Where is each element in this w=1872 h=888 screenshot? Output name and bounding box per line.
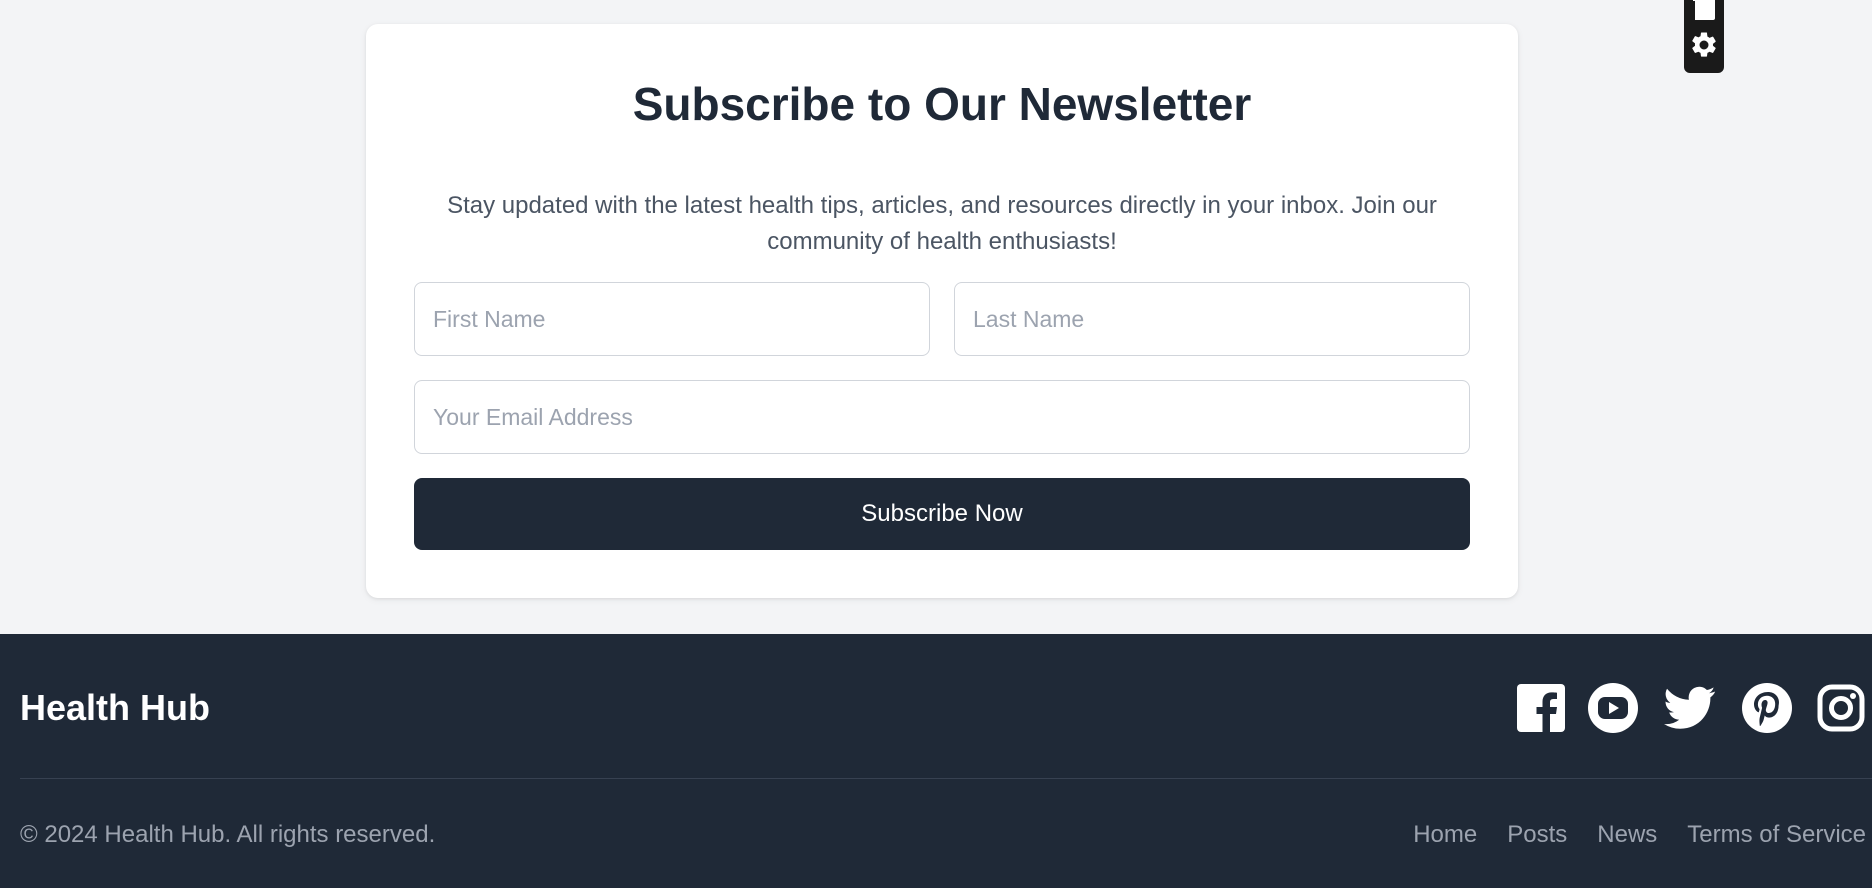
youtube-icon[interactable] [1586, 681, 1640, 735]
gear-icon[interactable] [1689, 30, 1719, 60]
footer-nav: Home Posts News Terms of Service [1413, 820, 1866, 850]
footer-divider [20, 778, 1872, 779]
newsletter-title: Subscribe to Our Newsletter [632, 78, 1252, 130]
footer-link-posts[interactable]: Posts [1507, 820, 1567, 850]
newsletter-card: Subscribe to Our Newsletter Stay updated… [366, 24, 1518, 598]
footer-link-terms[interactable]: Terms of Service [1687, 820, 1866, 850]
last-name-input[interactable] [954, 282, 1470, 356]
twitter-icon[interactable] [1662, 681, 1718, 735]
copyright-text: © 2024 Health Hub. All rights reserved. [20, 821, 436, 848]
site-footer: Health Hub © 2024 Health Hub. All rights… [0, 634, 1872, 888]
instagram-icon[interactable] [1814, 681, 1868, 735]
page: Subscribe to Our Newsletter Stay updated… [0, 0, 1872, 888]
footer-brand: Health Hub [20, 687, 211, 728]
footer-link-home[interactable]: Home [1413, 820, 1477, 850]
pinterest-icon[interactable] [1740, 681, 1794, 735]
subscribe-button[interactable]: Subscribe Now [414, 478, 1470, 550]
email-input[interactable] [414, 380, 1470, 454]
first-name-input[interactable] [414, 282, 930, 356]
newsletter-description: Stay updated with the latest health tips… [447, 192, 1437, 255]
footer-link-news[interactable]: News [1597, 820, 1657, 850]
tab-icon[interactable] [1691, 0, 1715, 20]
floating-widget [1684, 0, 1724, 73]
facebook-icon[interactable] [1514, 681, 1568, 735]
